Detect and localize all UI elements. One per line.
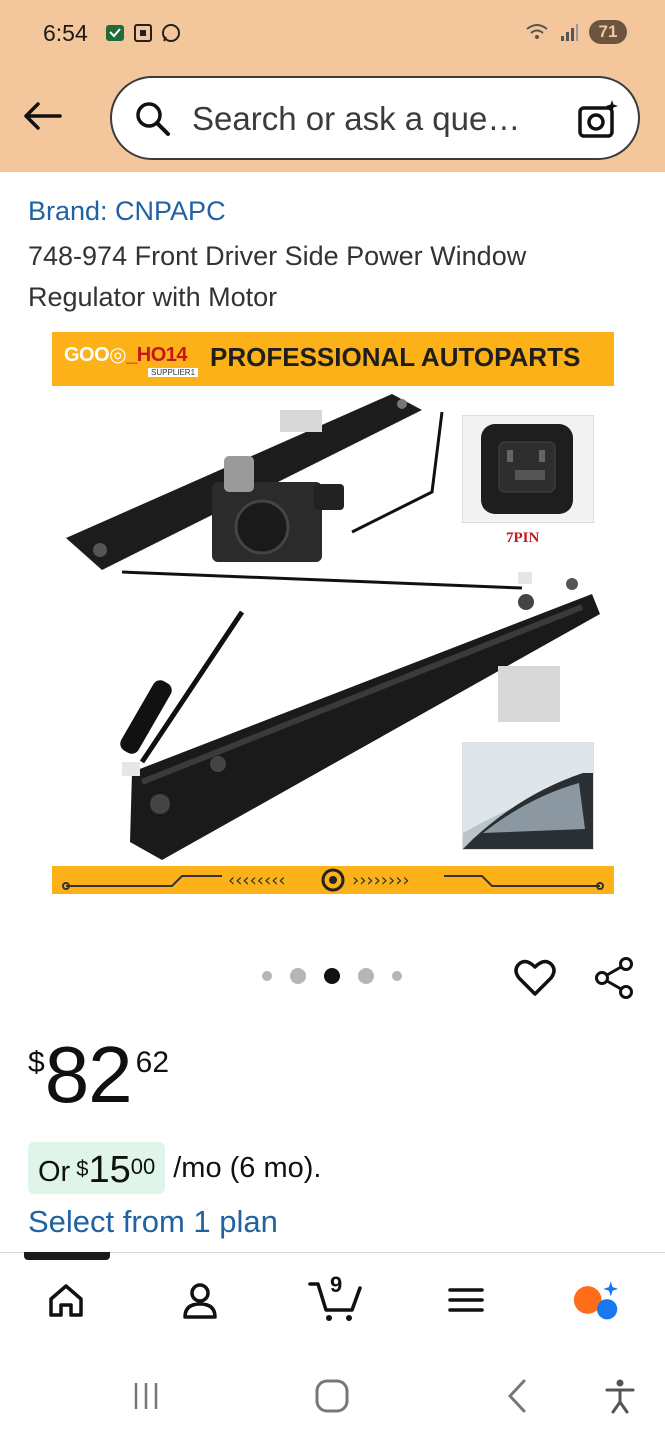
image-footer-banner: ‹‹‹‹‹‹‹‹ ››››››››	[52, 866, 614, 894]
product-image[interactable]: GOO◎_HO14 SUPPLIER1 PROFESSIONAL AUTOPAR…	[52, 332, 614, 894]
nav-menu[interactable]	[442, 1276, 490, 1324]
system-nav-bar	[0, 1350, 665, 1440]
nav-home[interactable]	[42, 1276, 90, 1324]
share-button[interactable]	[592, 956, 636, 1000]
cart-count-badge: 9	[330, 1272, 343, 1297]
price-symbol: $	[28, 1046, 45, 1079]
installment-whole: 15	[88, 1149, 131, 1191]
heart-icon	[514, 959, 556, 996]
nav-account[interactable]	[176, 1276, 224, 1324]
carousel-dot[interactable]	[262, 971, 272, 981]
product-title: 748-974 Front Driver Side Power Window R…	[28, 241, 527, 312]
back-system-button[interactable]	[498, 1376, 538, 1416]
recent-apps-icon	[134, 1383, 158, 1409]
price-fraction: 62	[135, 1046, 170, 1079]
window-thumbnail	[462, 742, 594, 850]
wifi-icon	[526, 24, 548, 39]
home-system-button[interactable]	[312, 1376, 352, 1416]
carousel-dots[interactable]	[262, 968, 420, 984]
connector-illustration	[463, 416, 593, 522]
camera-search-icon[interactable]	[576, 98, 620, 142]
recent-apps-button[interactable]	[126, 1376, 166, 1416]
accessibility-button[interactable]	[600, 1376, 640, 1416]
app-notification-icon	[106, 25, 124, 41]
price: $ 82 62	[28, 1030, 169, 1120]
select-plan-link[interactable]: Select from 1 plan	[28, 1204, 278, 1240]
back-chevron-icon	[507, 1379, 526, 1413]
share-icon	[595, 957, 633, 999]
svg-text:‹‹‹‹‹‹‹‹: ‹‹‹‹‹‹‹‹	[228, 870, 286, 891]
search-bar[interactable]	[110, 76, 640, 160]
accessibility-icon	[605, 1379, 635, 1414]
nav-rufus[interactable]	[572, 1276, 620, 1324]
screenshot-icon	[134, 24, 152, 42]
installment-symbol: $	[76, 1156, 89, 1181]
carousel-dot[interactable]	[358, 968, 374, 984]
carousel-dot-active[interactable]	[324, 968, 340, 984]
installment-suffix: /mo (6 mo).	[173, 1151, 322, 1184]
home-square-icon	[315, 1379, 349, 1413]
back-button[interactable]	[20, 94, 64, 138]
circuit-decoration: ‹‹‹‹‹‹‹‹ ››››››››	[62, 868, 604, 892]
status-bar: 6:54 71	[0, 0, 665, 66]
brand-link[interactable]: Brand: CNPAPC	[28, 196, 226, 227]
search-icon	[136, 102, 170, 136]
price-whole: 82	[44, 1030, 133, 1119]
notification-icons	[104, 22, 182, 44]
signal-icon	[561, 24, 578, 41]
wishlist-button[interactable]	[513, 956, 557, 1000]
back-arrow-icon	[24, 102, 62, 130]
carousel-dot[interactable]	[392, 971, 402, 981]
installment-offer: Or $ 15 00 /mo (6 mo).	[28, 1142, 321, 1194]
status-time: 6:54	[43, 20, 88, 46]
search-input[interactable]	[192, 98, 572, 140]
svg-text:››››››››: ››››››››	[352, 870, 410, 891]
installment-prefix: Or	[38, 1156, 71, 1188]
installment-pill: Or $ 15 00	[28, 1142, 166, 1194]
battery-indicator: 71	[589, 20, 627, 44]
connector-closeup	[462, 415, 594, 523]
car-window-illustration	[463, 743, 593, 849]
pin-label: 7PIN	[506, 530, 540, 546]
menu-icon	[448, 1288, 484, 1312]
status-right: 71	[525, 20, 627, 44]
installment-fraction: 00	[130, 1154, 156, 1179]
whatsapp-icon	[162, 24, 180, 42]
account-icon	[183, 1283, 217, 1319]
carousel-dot[interactable]	[290, 968, 306, 984]
active-tab-indicator	[24, 1252, 110, 1260]
home-icon	[49, 1284, 83, 1317]
rufus-icon	[573, 1281, 619, 1320]
